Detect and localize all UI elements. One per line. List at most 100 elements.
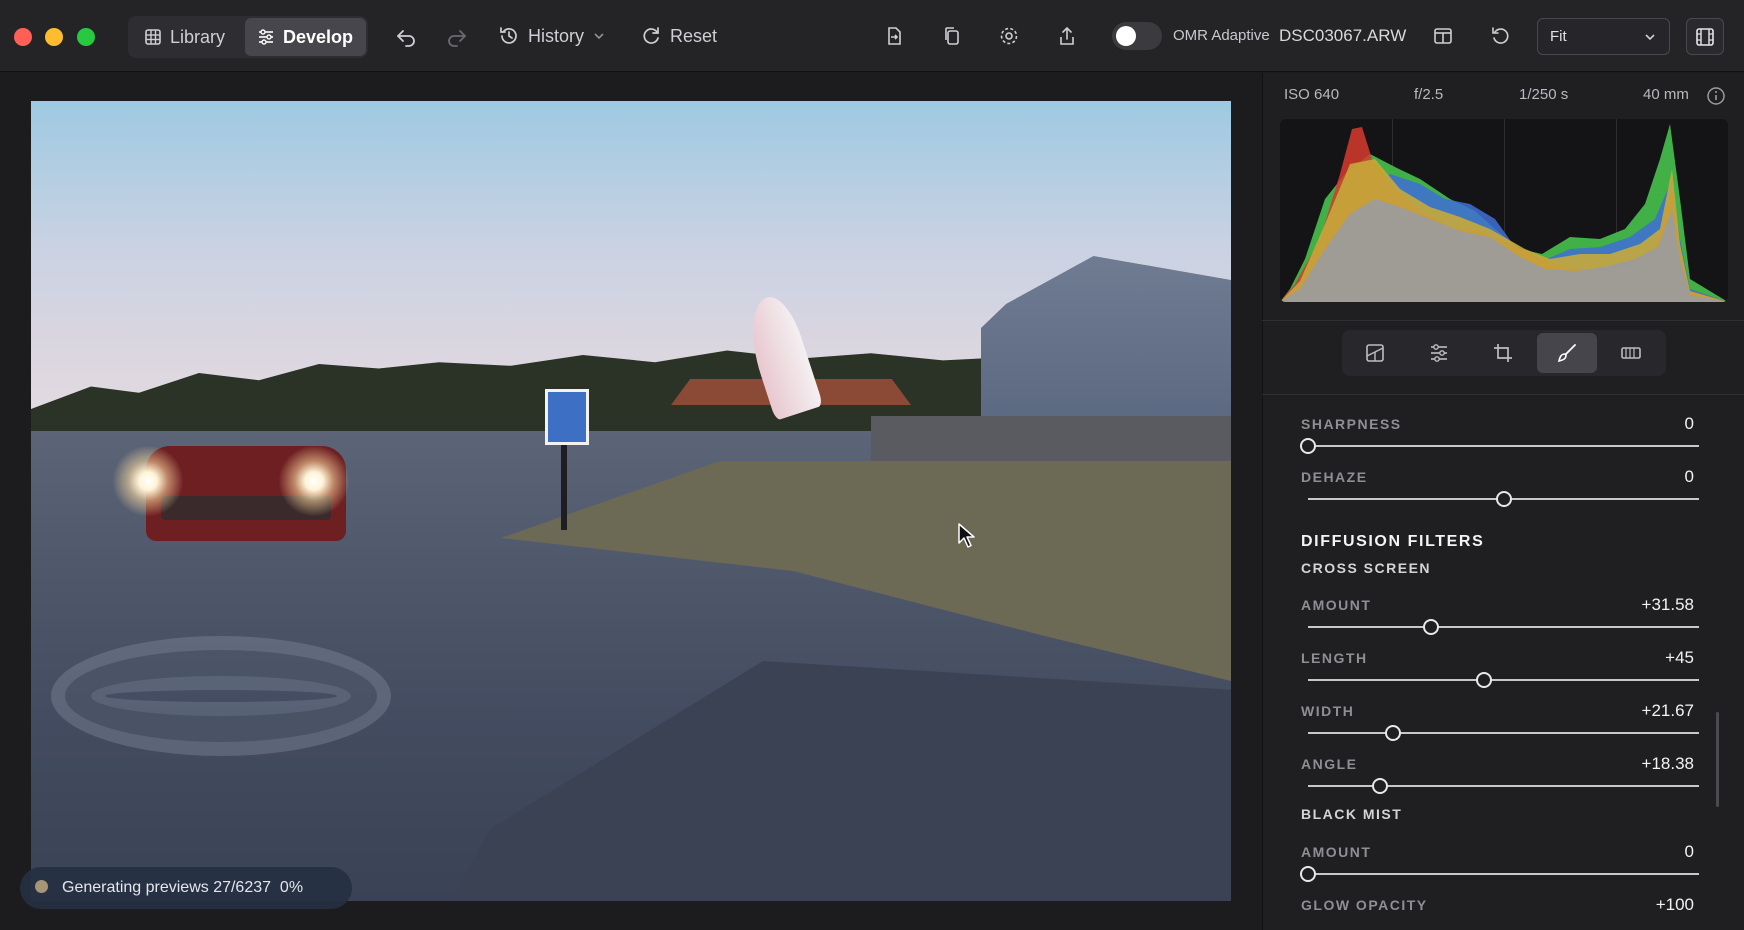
black-mist-heading: BLACK MIST: [1301, 806, 1403, 822]
photo-preview[interactable]: [31, 101, 1231, 901]
adjustments-list: SHARPNESS 0 DEHAZE 0 DIFFUSION FILTERS C…: [1263, 402, 1715, 922]
cross-screen-amount-value: +31.58: [1641, 595, 1694, 614]
filmstrip-button[interactable]: [1686, 18, 1724, 55]
undo-button[interactable]: [390, 20, 422, 52]
omr-adaptive-toggle[interactable]: [1112, 22, 1162, 50]
cross-screen-angle-slider-thumb[interactable]: [1371, 778, 1388, 794]
settings-button[interactable]: [993, 20, 1025, 52]
glow-opacity-label: GLOW OPACITY: [1301, 897, 1428, 913]
sharpness-value: 0: [1684, 414, 1694, 433]
window-minimize-button[interactable]: [45, 28, 63, 46]
sharpness-slider-thumb[interactable]: [1300, 438, 1316, 454]
tab-presets[interactable]: [1345, 333, 1405, 373]
share-icon: [1060, 26, 1074, 45]
photo-headlight-left: [113, 446, 183, 516]
progress-text: Generating previews 27/6237 0%: [62, 879, 304, 896]
tab-adjust[interactable]: [1409, 333, 1469, 373]
import-icon: [888, 27, 901, 45]
history-button[interactable]: History: [498, 20, 606, 52]
dehaze-value: 0: [1684, 467, 1694, 486]
preview-progress-status: Generating previews 27/6237 0%: [20, 867, 352, 909]
sharpness-label: SHARPNESS: [1301, 416, 1402, 432]
cross-screen-length-slider-thumb[interactable]: [1475, 672, 1492, 688]
grid-icon: [145, 29, 161, 45]
gear-icon: [1000, 27, 1018, 45]
omr-adaptive-label: OMR Adaptive: [1173, 27, 1270, 44]
cross-screen-amount-slider-track[interactable]: [1308, 626, 1699, 628]
history-label: History: [528, 25, 585, 46]
filmstrip-icon: [1696, 27, 1714, 46]
window-close-button[interactable]: [14, 28, 32, 46]
histogram-graph: [1280, 124, 1728, 302]
cross-screen-length-label: LENGTH: [1301, 650, 1368, 666]
tool-tabs: [1342, 330, 1666, 376]
file-name: DSC03067.ARW: [1279, 26, 1407, 45]
window-maximize-button[interactable]: [77, 28, 95, 46]
image-canvas[interactable]: Generating previews 27/6237 0%: [0, 73, 1262, 930]
dehaze-slider-thumb[interactable]: [1495, 491, 1512, 507]
photo-sign-post: [561, 445, 567, 530]
info-icon[interactable]: [1706, 86, 1726, 106]
tab-film[interactable]: [1601, 333, 1661, 373]
rotate-button[interactable]: [1484, 20, 1516, 52]
film-icon: [1621, 347, 1641, 359]
redo-button[interactable]: [441, 20, 473, 52]
cross-screen-width-label: WIDTH: [1301, 703, 1355, 719]
reset-label: Reset: [670, 25, 718, 46]
compare-icon: [1434, 28, 1452, 44]
glow-opacity-value: +100: [1655, 895, 1694, 914]
export-button[interactable]: [1051, 20, 1083, 52]
presets-icon: [1366, 344, 1384, 362]
reset-icon: [643, 27, 659, 44]
redo-icon: [448, 30, 466, 47]
toolbar: Library Develop History Reset OMR Adapti…: [0, 0, 1744, 72]
cross-screen-angle-label: ANGLE: [1301, 756, 1358, 772]
chevron-down-icon: [594, 33, 604, 40]
cross-screen-width-value: +21.67: [1641, 701, 1694, 720]
reset-button[interactable]: Reset: [640, 20, 717, 52]
panel-divider: [1262, 320, 1744, 321]
sharpness-slider-track[interactable]: [1308, 445, 1699, 447]
dehaze-label: DEHAZE: [1301, 469, 1368, 485]
cross-screen-width-slider-track[interactable]: [1308, 732, 1699, 734]
cross-screen-amount-slider-thumb[interactable]: [1423, 619, 1440, 635]
histogram: [1280, 119, 1728, 302]
exif-aperture: f/2.5: [1414, 86, 1444, 103]
black-mist-amount-value: 0: [1684, 842, 1694, 861]
black-mist-amount-label: AMOUNT: [1301, 844, 1372, 860]
panel-scrollbar[interactable]: [1716, 712, 1719, 807]
exif-iso: ISO 640: [1284, 86, 1340, 103]
copy-icon: [945, 27, 959, 45]
develop-tab[interactable]: Develop: [245, 18, 366, 56]
cross-screen-angle-slider-track[interactable]: [1308, 785, 1699, 787]
photo-sign: [545, 389, 589, 445]
mouse-cursor-icon: [958, 523, 975, 548]
library-label: Library: [170, 26, 226, 47]
import-button[interactable]: [878, 20, 910, 52]
copy-button[interactable]: [936, 20, 968, 52]
adjust-icon: [1431, 344, 1447, 362]
photo-headlight-right: [279, 446, 349, 516]
black-mist-amount-slider-thumb[interactable]: [1300, 866, 1316, 882]
tab-crop[interactable]: [1473, 333, 1533, 373]
chevron-down-icon: [1645, 33, 1655, 40]
tab-brush[interactable]: [1537, 333, 1597, 373]
photo-cobblestone-circle: [51, 636, 391, 756]
undo-icon: [397, 30, 415, 47]
black-mist-amount-slider-track[interactable]: [1308, 873, 1699, 875]
cross-screen-angle-value: +18.38: [1641, 754, 1694, 773]
develop-label: Develop: [283, 26, 354, 47]
exif-focal-length: 40 mm: [1643, 86, 1689, 103]
zoom-select[interactable]: Fit: [1537, 18, 1670, 55]
cross-screen-amount-label: AMOUNT: [1301, 597, 1372, 613]
exif-shutter: 1/250 s: [1519, 86, 1569, 103]
compare-view-button[interactable]: [1427, 20, 1459, 52]
library-tab[interactable]: Library: [132, 18, 244, 56]
diffusion-filters-heading: DIFFUSION FILTERS: [1301, 533, 1485, 550]
rotate-icon: [1492, 27, 1509, 44]
cross-screen-length-slider-track[interactable]: [1308, 679, 1699, 681]
cross-screen-length-value: +45: [1665, 648, 1694, 667]
zoom-value: Fit: [1550, 28, 1567, 45]
cross-screen-width-slider-thumb[interactable]: [1384, 725, 1401, 741]
sliders-icon: [259, 29, 273, 45]
